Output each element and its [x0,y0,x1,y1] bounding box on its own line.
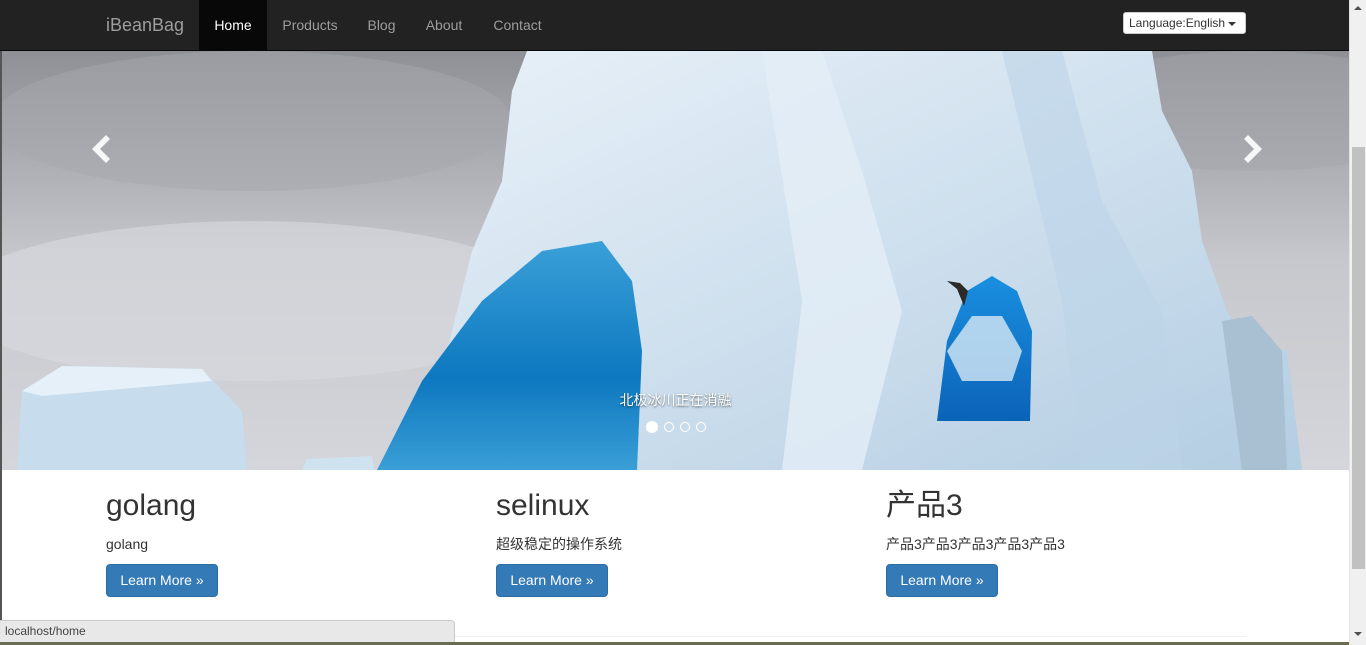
window-left-edge [0,51,2,645]
feature-title: 产品3 [886,489,963,522]
caret-down-icon [1228,21,1237,26]
brand-logo[interactable]: iBeanBag [106,15,184,35]
language-dropdown-button[interactable]: Language:English [1123,12,1246,34]
browser-viewport: iBeanBag Home Products Blog About Contac… [0,0,1366,645]
nav-item-home[interactable]: Home [199,0,267,50]
nav-item-about[interactable]: About [410,0,478,50]
nav-item-contact[interactable]: Contact [478,0,557,50]
carousel-next-button[interactable] [1232,129,1272,169]
carousel-indicator-1[interactable] [646,421,658,433]
feature-column-2: selinux 超级稳定的操作系统 Learn More » [496,486,866,597]
carousel-prev-button[interactable] [82,129,122,169]
carousel-indicator-4[interactable] [696,422,706,432]
scroll-down-icon[interactable] [1354,632,1362,636]
hero-carousel: 北极冰川正在消融 [2,51,1349,470]
feature-title: golang [106,489,197,522]
feature-title: selinux [496,489,590,522]
nav-item-products[interactable]: Products [267,0,353,50]
carousel-caption: 北极冰川正在消融 [619,392,732,408]
vertical-scrollbar[interactable] [1349,0,1366,645]
nav-item-blog[interactable]: Blog [353,0,410,50]
learn-more-button[interactable]: Learn More » [496,564,608,597]
scrollbar-thumb[interactable] [1352,147,1365,569]
feature-text: golang [106,536,149,552]
feature-column-3: 产品3 产品3产品3产品3产品3产品3 Learn More » [886,486,1256,597]
carousel-indicator-3[interactable] [680,422,690,432]
feature-text: 产品3产品3产品3产品3产品3 [886,536,1065,552]
browser-status-bar: localhost/home [0,620,455,642]
scroll-up-icon[interactable] [1354,6,1362,10]
feature-text: 超级稳定的操作系统 [496,536,622,552]
language-label: Language:English [1129,16,1226,30]
top-navbar: iBeanBag Home Products Blog About Contac… [0,0,1349,51]
learn-more-button[interactable]: Learn More » [106,564,218,597]
carousel-indicator-2[interactable] [664,422,674,432]
feature-column-1: golang golang Learn More » [106,486,476,597]
learn-more-button[interactable]: Learn More » [886,564,998,597]
